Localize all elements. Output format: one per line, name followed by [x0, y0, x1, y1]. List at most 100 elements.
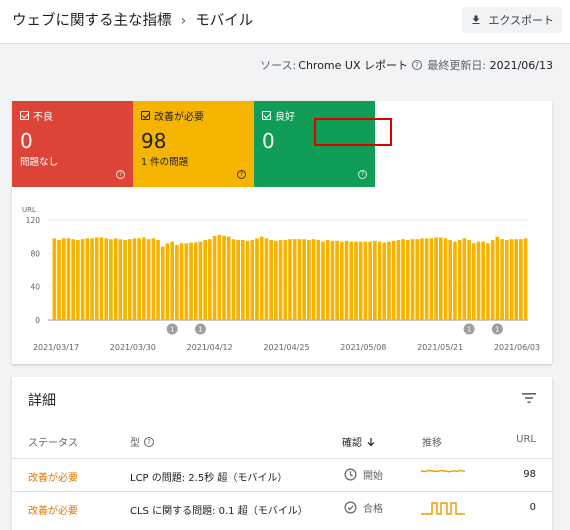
- chart-bar: [349, 241, 354, 320]
- chart-bar: [330, 240, 335, 320]
- chart-bar: [490, 240, 495, 320]
- y-tick-label: 40: [30, 283, 40, 292]
- column-header-trend: 推移: [422, 438, 442, 449]
- chart-bar: [179, 243, 184, 320]
- chart-bar: [462, 238, 467, 320]
- chart-bar: [391, 240, 396, 320]
- chart-bar: [264, 238, 269, 320]
- highlight-box: [314, 118, 392, 146]
- filter-icon[interactable]: [522, 392, 536, 404]
- chart-bar: [109, 239, 113, 320]
- chart-bar: [52, 238, 57, 320]
- annotation-label: 1: [467, 326, 471, 334]
- column-header-validation[interactable]: 確認: [342, 434, 376, 449]
- chart-bar: [387, 241, 391, 320]
- chart-bar: [94, 237, 99, 320]
- tile-poor[interactable]: 不良 0 問題なし ?: [12, 101, 133, 187]
- export-button[interactable]: エクスポート: [462, 7, 562, 33]
- chart-bar: [226, 236, 231, 320]
- x-tick-label: 2021/04/12: [187, 343, 233, 352]
- y-tick-label: 0: [35, 316, 40, 325]
- chart-bar: [61, 238, 66, 320]
- tile-ni-help-icon[interactable]: ?: [237, 170, 246, 179]
- chart-bar: [99, 237, 104, 320]
- chart-bar: [175, 245, 179, 320]
- checkbox-checked-icon[interactable]: [262, 111, 271, 120]
- checkbox-checked-icon[interactable]: [141, 111, 150, 120]
- chart-bar: [325, 240, 330, 320]
- table-row[interactable]: 改善が必要 LCP の問題: 2.5秒 超（モバイル） 開始 98: [12, 458, 552, 491]
- chart-bar: [255, 238, 259, 320]
- chart-bar: [250, 240, 255, 320]
- chart-bar: [189, 242, 193, 320]
- page-title: モバイル: [195, 13, 254, 29]
- chart-bar: [311, 239, 316, 320]
- row-status: 改善が必要: [28, 506, 78, 517]
- chart-bar: [142, 237, 146, 320]
- chart-bar: [66, 238, 71, 320]
- column-header-status[interactable]: ステータス: [28, 434, 78, 449]
- chart-bar: [288, 239, 292, 320]
- chart-bar: [519, 239, 523, 320]
- breadcrumb-separator: ›: [180, 13, 187, 29]
- chart-bar: [316, 240, 321, 320]
- annotation-label: 1: [198, 326, 202, 334]
- chart-bar: [292, 239, 297, 320]
- checkbox-checked-icon[interactable]: [20, 111, 29, 120]
- chart-bar: [132, 238, 137, 320]
- chart-bar: [156, 240, 160, 320]
- arrow-down-icon: [367, 437, 375, 446]
- breadcrumb-parent-link[interactable]: ウェブに関する主な指標: [12, 13, 172, 29]
- chart-bar: [236, 240, 240, 320]
- x-tick-label: 2021/03/30: [110, 343, 156, 352]
- source-info: ソース: Chrome UX レポート ?: [260, 57, 422, 73]
- column-header-type[interactable]: 型 ?: [130, 434, 154, 449]
- x-tick-label: 2021/04/25: [263, 343, 309, 352]
- chart-bar: [377, 241, 382, 320]
- tile-needs-improvement[interactable]: 改善が必要 98 1 件の問題 ?: [133, 101, 254, 187]
- chart-bar: [274, 240, 278, 320]
- chart-bar: [76, 240, 80, 320]
- url-trend-chart: URL 0 40 80 120 1 1 1 1 2021/03/17 2021/03/30 2021/…: [22, 206, 540, 352]
- chart-bar: [71, 239, 76, 320]
- clock-icon: [344, 468, 357, 481]
- chart-bar: [278, 240, 283, 320]
- details-title: 詳細: [28, 393, 56, 409]
- source-help-icon[interactable]: ?: [412, 60, 422, 70]
- chart-bar: [500, 239, 504, 320]
- chart-bar: [372, 240, 377, 320]
- chart-bar: [245, 240, 250, 320]
- chart-bar: [160, 246, 165, 320]
- chart-bar: [165, 243, 170, 320]
- x-tick-label: 2021/05/08: [340, 343, 386, 352]
- chart-bar: [127, 239, 132, 320]
- page-header: ウェブに関する主な指標 › モバイル エクスポート: [0, 0, 570, 44]
- chart-bar: [443, 238, 448, 320]
- chart-bar: [509, 239, 514, 320]
- column-header-url[interactable]: URL: [516, 434, 536, 445]
- chart-bar: [354, 241, 358, 320]
- chart-bar: [302, 239, 306, 320]
- tile-poor-help-icon[interactable]: ?: [116, 170, 125, 179]
- chart-bar: [424, 238, 429, 320]
- row-url-count: 0: [529, 502, 536, 513]
- row-url-count: 98: [523, 469, 536, 480]
- source-label: ソース:: [260, 59, 297, 72]
- table-row[interactable]: 改善が必要 CLS に関する問題: 0.1 超（モバイル） 合格 0: [12, 491, 552, 524]
- chart-bar: [118, 239, 123, 320]
- details-card: 詳細 ステータス 型 ? 確認 推移 URL 改善が必要 LCP の問題: 2.…: [12, 377, 552, 530]
- chart-bar: [363, 241, 368, 320]
- chart-bar: [170, 241, 175, 320]
- chart-bar: [231, 239, 236, 320]
- chart-bar: [212, 235, 217, 320]
- row-validation: 開始: [344, 467, 383, 482]
- type-help-icon[interactable]: ?: [144, 436, 154, 447]
- tile-good-help-icon[interactable]: ?: [358, 170, 367, 179]
- tile-good-label: 良好: [275, 112, 295, 123]
- chart-bar: [504, 240, 509, 320]
- chart-bar: [217, 235, 222, 320]
- chart-bar: [467, 240, 471, 320]
- x-tick-label: 2021/03/17: [33, 343, 79, 352]
- chart-bar: [457, 240, 462, 320]
- tile-ni-sub: 1 件の問題: [141, 157, 189, 168]
